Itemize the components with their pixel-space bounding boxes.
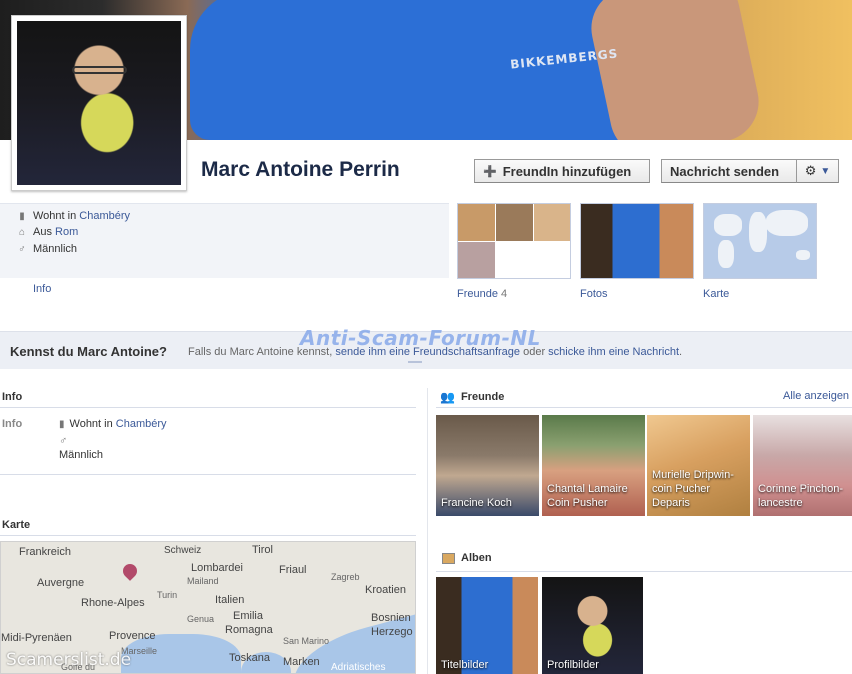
map-city-label: Turin [157, 590, 178, 600]
intro-lives-in: ▮ Wohnt in Chambéry [17, 210, 130, 222]
friends-icon: 👥 [440, 390, 455, 404]
map-tile[interactable] [703, 203, 817, 279]
male-icon: ♂ [59, 435, 68, 447]
from-prefix: Aus [33, 226, 56, 238]
lives-city-link[interactable]: Chambéry [79, 210, 130, 222]
map-label: Emilia [233, 610, 263, 622]
intro-from: ⌂ Aus Rom [17, 226, 78, 238]
lives-prefix: Wohnt in [33, 210, 80, 222]
map-label: Lombardei [191, 562, 243, 574]
info-link[interactable]: Info [33, 283, 51, 295]
divider [0, 407, 416, 408]
cover-arm-right-shape [583, 0, 767, 140]
divider [436, 571, 852, 572]
map-label: Rhone-Alpes [81, 597, 145, 609]
photos-tile-label[interactable]: Fotos [580, 288, 608, 300]
from-city-link[interactable]: Rom [55, 226, 78, 238]
album-card[interactable]: Profilbilder [542, 577, 643, 674]
friend-name[interactable]: Murielle Dripwin-coin Pucher Deparis [652, 468, 747, 510]
info-gender: Männlich [59, 449, 104, 461]
map-label: Provence [109, 630, 156, 642]
map-label: Midi-Pyrenäen [1, 632, 72, 644]
map-section-title: Karte [2, 519, 31, 531]
friends-tile-label[interactable]: Freunde 4 [457, 288, 507, 300]
divider [408, 361, 422, 363]
map-label: Tirol [252, 544, 273, 556]
map-label: Bosnien [371, 612, 411, 624]
info-lives-in: ▮ Wohnt in Chambéry [59, 418, 167, 430]
friend-prompt-title: Kennst du Marc Antoine? [10, 344, 167, 359]
map-label: Friaul [279, 564, 307, 576]
photos-tile[interactable] [580, 203, 694, 279]
friends-section-title: 👥 Freunde [440, 390, 504, 404]
male-icon: ♂ [18, 243, 26, 255]
intro-gender: ♂ Männlich [17, 243, 77, 255]
friend-thumb [534, 204, 570, 241]
column-divider [427, 388, 428, 674]
map-label: Frankreich [19, 546, 71, 558]
friend-card[interactable]: Chantal Lamaire Coin Pusher [542, 415, 645, 516]
gear-icon: ⚙ [804, 163, 817, 178]
map-label: Kroatien [365, 584, 406, 596]
add-friend-icon: ➕ [483, 165, 497, 178]
friend-thumb [458, 204, 495, 241]
chevron-down-icon: ▼ [820, 165, 831, 177]
friend-card[interactable]: Corinne Pinchon-lancestre [753, 415, 852, 516]
gender-text: Männlich [33, 243, 78, 255]
friend-thumb [458, 242, 495, 278]
friend-card[interactable]: Murielle Dripwin-coin Pucher Deparis [647, 415, 750, 516]
map-label: Schweiz [164, 545, 202, 556]
map-city-label: Genua [187, 614, 215, 624]
send-message-label: Nachricht senden [670, 163, 780, 179]
friend-card[interactable]: Francine Koch [436, 415, 539, 516]
send-message-link[interactable]: schicke ihm eine Nachricht [548, 346, 679, 358]
friends-title-text: Freunde [460, 391, 505, 403]
map-label: Marken [283, 656, 320, 668]
map-pin-icon[interactable] [120, 561, 140, 581]
send-message-button[interactable]: Nachricht senden [661, 159, 796, 183]
home-icon: ▮ [19, 210, 25, 222]
albums-section-title: Alben [442, 552, 492, 564]
map-label: Herzego [371, 626, 413, 638]
map-label: Adriatisches [331, 662, 386, 673]
map-city-label: Zagreb [331, 572, 360, 582]
profile-picture[interactable] [11, 15, 187, 191]
friends-tile[interactable] [457, 203, 571, 279]
divider [0, 474, 416, 475]
info-row-label: Info [2, 418, 23, 430]
map-label: Italien [215, 594, 245, 606]
map-city-label: San Marino [283, 636, 330, 646]
info-city-link[interactable]: Chambéry [116, 418, 167, 430]
add-friend-button[interactable]: ➕ FreundIn hinzufügen [474, 159, 650, 183]
map-label: Toskana [229, 652, 270, 664]
info-section-title: Info [2, 391, 23, 403]
albums-title-text: Alben [461, 552, 492, 564]
album-name[interactable]: Titelbilder [441, 659, 488, 671]
friend-name[interactable]: Corinne Pinchon-lancestre [758, 482, 849, 510]
map-label: Auvergne [37, 577, 85, 589]
see-all-friends-link[interactable]: Alle anzeigen [783, 390, 849, 402]
map-label: Romagna [225, 624, 273, 636]
map-tile-label[interactable]: Karte [703, 288, 729, 300]
divider [436, 407, 852, 408]
add-friend-label: FreundIn hinzufügen [502, 163, 632, 179]
house-icon: ⌂ [18, 226, 26, 238]
watermark-top: Anti-Scam-Forum-NL [300, 326, 541, 350]
album-name[interactable]: Profilbilder [547, 659, 599, 671]
cover-shirt-shape [190, 0, 660, 140]
profile-name: Marc Antoine Perrin [201, 158, 400, 181]
home-icon: ▮ [59, 418, 65, 430]
album-card[interactable]: Titelbilder [436, 577, 538, 674]
watermark-bottom: Scamerslist.de [6, 650, 132, 670]
settings-dropdown-button[interactable]: ⚙ ▼ [796, 159, 839, 183]
friend-name[interactable]: Chantal Lamaire Coin Pusher [547, 482, 642, 510]
divider [0, 535, 416, 536]
map-city-label: Mailand [187, 576, 219, 586]
friends-count: 4 [501, 288, 508, 300]
info-gender-icon-row: ♂ [59, 435, 67, 447]
profile-picture-image [17, 21, 181, 185]
album-icon [442, 552, 455, 564]
friend-name[interactable]: Francine Koch [441, 496, 536, 510]
friend-thumb [496, 204, 533, 241]
